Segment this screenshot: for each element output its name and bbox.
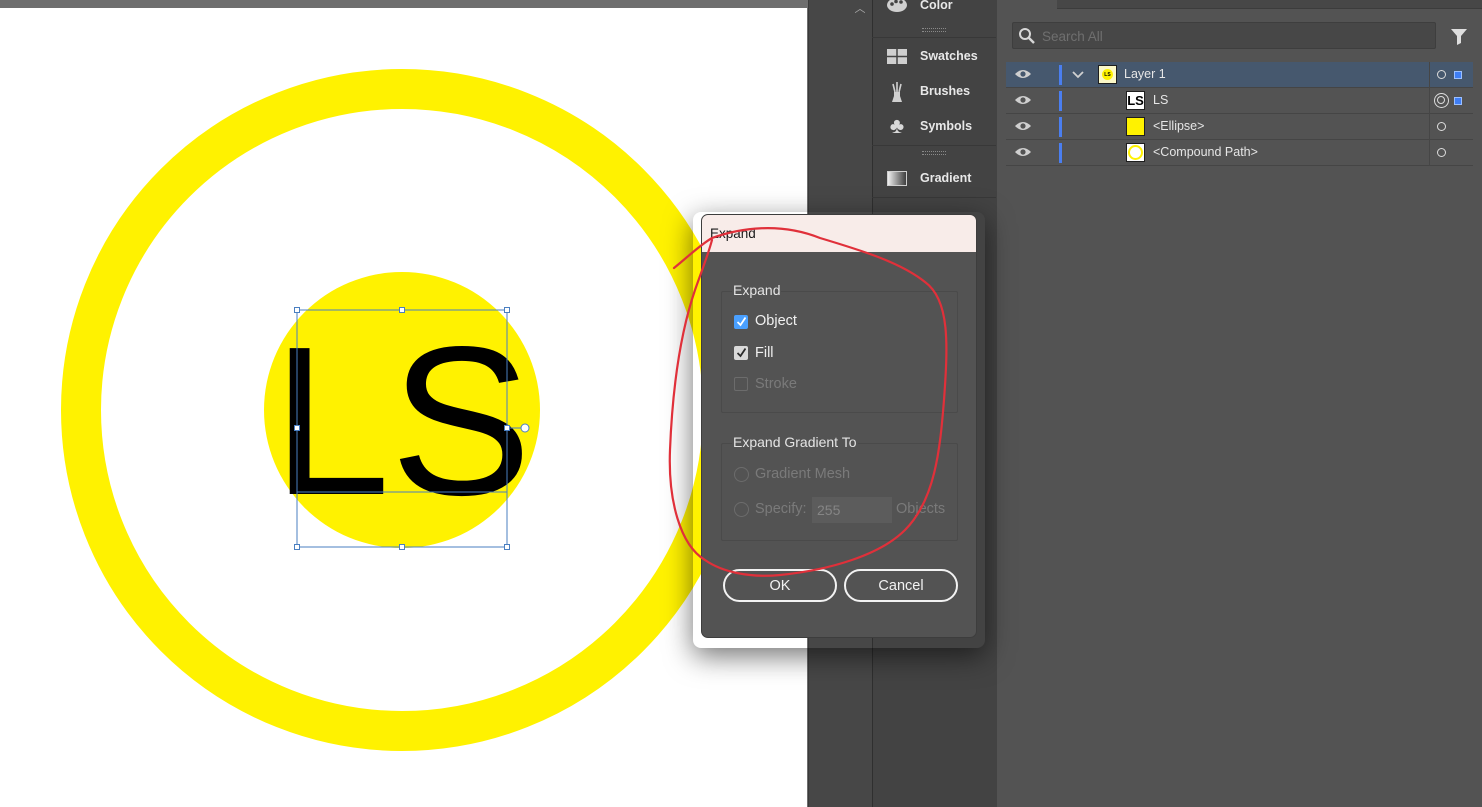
stroke-label[interactable]: Stroke — [755, 376, 797, 392]
gradient-mesh-label[interactable]: Gradient Mesh — [755, 466, 850, 482]
resize-handle — [294, 425, 300, 431]
dock-item-label: Symbols — [920, 119, 973, 133]
layer-color-bar — [1059, 91, 1062, 111]
text-port-handle — [520, 423, 530, 433]
visibility-eye-icon[interactable] — [1014, 145, 1032, 159]
panel-group-grip[interactable] — [922, 28, 946, 32]
object-label[interactable]: Object — [755, 313, 797, 329]
collapse-up-icon[interactable]: ︿ — [853, 0, 867, 15]
layers-panel-tabbar — [1057, 0, 1482, 9]
chevron-down-icon[interactable] — [1072, 66, 1086, 82]
visibility-eye-icon[interactable] — [1014, 93, 1032, 107]
resize-handle — [294, 307, 300, 313]
palette-icon — [886, 0, 908, 15]
resize-handle — [399, 307, 405, 313]
cancel-button[interactable]: Cancel — [844, 569, 958, 602]
ok-button[interactable]: OK — [723, 569, 837, 602]
objects-label: Objects — [896, 501, 946, 517]
dock-item-gradient[interactable]: Gradient — [872, 161, 996, 195]
club-symbol-icon: ♣ — [889, 113, 905, 138]
specify-objects-input[interactable] — [812, 497, 892, 523]
object-checkbox[interactable] — [734, 315, 748, 329]
object-name[interactable]: LS — [1153, 93, 1168, 107]
object-name[interactable]: <Compound Path> — [1153, 145, 1258, 159]
resize-handle — [399, 544, 405, 550]
visibility-eye-icon[interactable] — [1014, 119, 1032, 133]
swatches-grid-icon — [886, 46, 908, 66]
sublayer-row[interactable]: LS LS — [1006, 88, 1473, 114]
object-thumbnail — [1126, 117, 1145, 136]
selection-indicator-icon[interactable] — [1454, 71, 1462, 79]
layer-color-bar — [1059, 117, 1062, 137]
object-name[interactable]: <Ellipse> — [1153, 119, 1204, 133]
expand-gradient-group-label: Expand Gradient To — [732, 434, 858, 450]
brush-icon — [886, 81, 908, 102]
dock-item-symbols[interactable]: ♣ Symbols — [872, 109, 996, 143]
specify-radio[interactable] — [734, 502, 749, 517]
dock-item-label: Color — [920, 0, 953, 12]
target-circle-icon[interactable] — [1437, 148, 1446, 157]
layer-color-bar — [1059, 143, 1062, 163]
layer-thumbnail: LS — [1098, 65, 1117, 84]
expand-group-label: Expand — [732, 282, 782, 298]
resize-handle — [294, 544, 300, 550]
resize-handle — [504, 425, 510, 431]
artwork[interactable]: LS — [0, 0, 808, 807]
dock-item-label: Brushes — [920, 84, 971, 98]
sublayer-row[interactable]: <Ellipse> — [1006, 114, 1473, 140]
selection-indicator-icon[interactable] — [1454, 97, 1462, 105]
dock-item-label: Gradient — [920, 171, 972, 185]
stroke-checkbox[interactable] — [734, 377, 748, 391]
target-circle-icon[interactable] — [1437, 122, 1446, 131]
layer-color-bar — [1059, 65, 1062, 85]
panel-group-grip[interactable] — [922, 151, 946, 155]
ls-logo-text[interactable]: LS — [272, 302, 531, 539]
object-thumbnail: LS — [1126, 91, 1145, 110]
gradient-icon — [886, 168, 908, 188]
dock-item-color[interactable]: Color — [872, 0, 996, 22]
visibility-eye-icon[interactable] — [1014, 67, 1032, 81]
fill-label[interactable]: Fill — [755, 345, 774, 361]
resize-handle — [504, 307, 510, 313]
search-icon — [1018, 27, 1036, 45]
dock-item-brushes[interactable]: Brushes — [872, 74, 996, 108]
dock-item-label: Swatches — [920, 49, 978, 63]
layers-search-input[interactable] — [1042, 24, 1422, 48]
object-thumbnail — [1126, 143, 1145, 162]
target-double-circle-icon[interactable] — [1434, 93, 1449, 108]
fill-checkbox[interactable] — [734, 346, 748, 360]
layer-name[interactable]: Layer 1 — [1124, 67, 1166, 81]
expand-gradient-group — [721, 443, 958, 541]
dialog-title: Expand — [710, 226, 756, 241]
layer-row[interactable]: LS Layer 1 — [1006, 62, 1473, 88]
expand-dialog: Expand Expand Object Fill Stroke Expand … — [701, 214, 977, 638]
specify-label[interactable]: Specify: — [755, 501, 807, 517]
dock-item-swatches[interactable]: Swatches — [872, 39, 996, 73]
gradient-mesh-radio[interactable] — [734, 467, 749, 482]
resize-handle — [504, 544, 510, 550]
sublayer-row[interactable]: <Compound Path> — [1006, 140, 1473, 166]
filter-icon[interactable] — [1449, 26, 1469, 46]
target-circle-icon[interactable] — [1437, 70, 1446, 79]
